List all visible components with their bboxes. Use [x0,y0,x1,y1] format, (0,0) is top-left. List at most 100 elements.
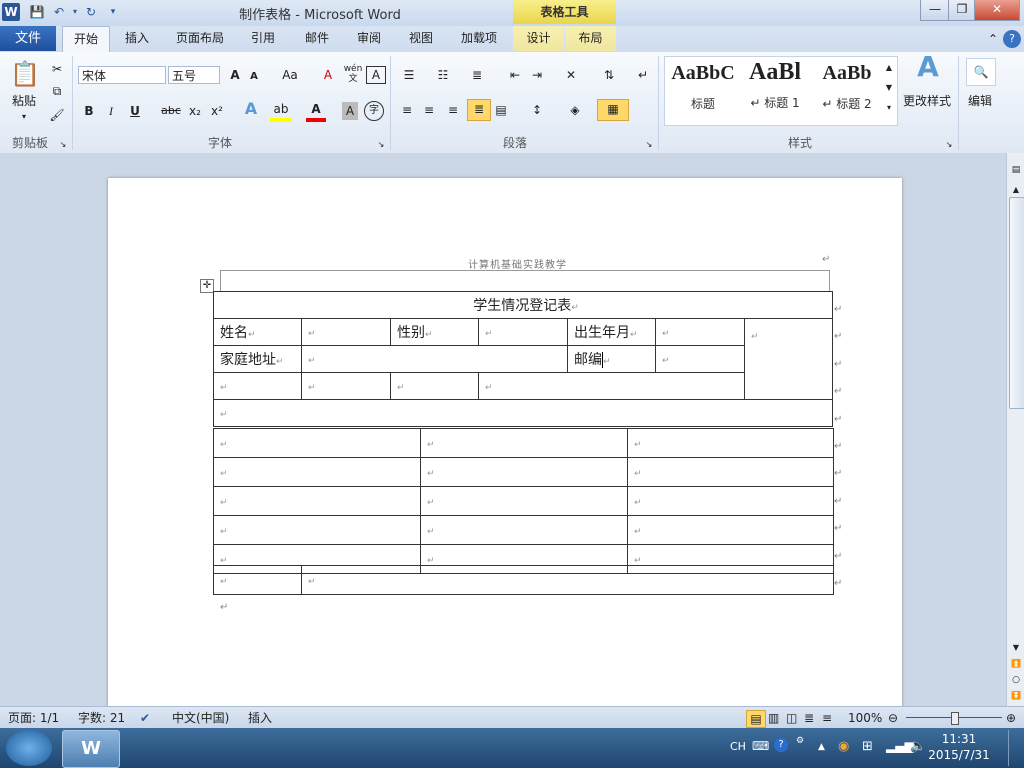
clear-formatting-icon[interactable]: A [318,66,338,84]
sort-icon[interactable]: ⇅ [600,66,618,84]
name-label-cell[interactable]: 姓名↵ [213,318,302,346]
font-launcher-icon[interactable]: ↘ [376,136,386,154]
chinese-layout-icon[interactable]: ✕ [560,66,582,84]
zoom-slider-thumb[interactable] [951,712,959,725]
table-cell[interactable]: ↵ [213,457,421,487]
change-case-icon[interactable]: Aa [278,66,302,84]
postcode-label-cell[interactable]: 邮编↵ [567,345,656,373]
grow-font-icon[interactable]: A [226,66,244,84]
subscript-button[interactable]: x₂ [186,102,204,120]
table-cell[interactable]: ↵ [420,486,628,516]
style-title[interactable]: AaBbC 标题 [668,58,738,122]
format-painter-icon[interactable]: 🖌 [48,106,66,124]
font-color-icon[interactable]: A [306,100,326,122]
change-styles-icon[interactable]: A [908,53,948,81]
style-heading-1[interactable]: AaBl ↵ 标题 1 [740,58,810,122]
word-count[interactable]: 字数: 21 [78,707,125,729]
italic-button[interactable]: I [102,102,120,120]
change-styles-button[interactable]: 更改样式 [898,92,956,110]
table-cell[interactable]: ↵ [420,457,628,487]
strikethrough-button[interactable]: abc [160,102,182,120]
tab-mailings[interactable]: 邮件 [294,26,340,51]
character-shading-icon[interactable]: A [342,102,358,120]
tab-references[interactable]: 引用 [240,26,286,51]
styles-launcher-icon[interactable]: ↘ [944,136,954,154]
options-tray-icon[interactable]: ⚙ [796,736,804,746]
taskbar-clock[interactable]: 11:31 2015/7/31 [924,731,994,763]
borders-icon[interactable]: ▦ [597,99,629,121]
zoom-level[interactable]: 100% [848,707,882,729]
table-cell[interactable]: ↵ [213,515,421,545]
proofing-icon[interactable]: ✔ [140,707,150,729]
reading-view-icon[interactable]: ▥ [768,707,779,729]
table-cell[interactable]: ↵ [478,372,745,400]
table-cell[interactable]: ↵ [627,428,834,458]
ime-indicator[interactable]: CH [730,740,746,753]
table-cell[interactable]: ↵ [301,372,391,400]
document-page[interactable]: 计算机基础实践教学 ↵ ✛ 学生情况登记表↵ 姓名↵ ↵ 性别↵ ↵ 出生年月↵… [108,178,902,706]
line-spacing-icon[interactable]: ↕ [526,101,548,119]
table-cell[interactable]: ↵ [627,515,834,545]
style-heading-2[interactable]: AaBb ↵ 标题 2 [812,58,882,122]
align-center-icon[interactable]: ≡ [420,101,438,119]
outline-view-icon[interactable]: ≣ [804,707,814,729]
birth-value-cell[interactable]: ↵ [655,318,745,346]
address-label-cell[interactable]: 家庭地址↵ [213,345,302,373]
zoom-out-icon[interactable]: ⊖ [888,707,898,729]
tab-file[interactable]: 文件 [0,26,56,51]
phonetic-guide-icon[interactable]: wén 文 [342,64,364,84]
tab-addins[interactable]: 加载项 [452,26,506,51]
align-left-icon[interactable]: ≡ [398,101,416,119]
table-cell[interactable]: ↵ [301,565,834,595]
birth-label-cell[interactable]: 出生年月↵ [567,318,656,346]
page-count[interactable]: 页面: 1/1 [8,707,59,729]
name-value-cell[interactable]: ↵ [301,318,391,346]
superscript-button[interactable]: x² [208,102,226,120]
enclose-characters-icon[interactable]: 字 [364,101,384,121]
gallery-scroll-icon[interactable]: ▲ ▼ ▾ [882,58,896,118]
table-cell[interactable]: ↵ [627,457,834,487]
tab-home[interactable]: 开始 [62,26,110,52]
editing-button[interactable]: 编辑 [962,92,998,110]
table-title-cell[interactable]: 学生情况登记表↵ [213,291,833,319]
tab-insert[interactable]: 插入 [114,26,160,51]
table-cell[interactable]: ↵ [627,486,834,516]
tab-view[interactable]: 视图 [398,26,444,51]
show-desktop-button[interactable] [1008,730,1023,766]
windows-flag-icon[interactable]: ⊞ [862,739,873,754]
align-right-icon[interactable]: ≡ [444,101,462,119]
help-icon[interactable]: ? [1003,30,1021,48]
cut-icon[interactable]: ✂ [48,60,66,78]
tab-page-layout[interactable]: 页面布局 [168,26,232,51]
address-value-cell[interactable]: ↵ [301,345,568,373]
photo-cell[interactable]: ↵ [744,318,833,400]
shrink-font-icon[interactable]: A [246,68,262,86]
clipboard-launcher-icon[interactable]: ↘ [58,136,68,154]
web-layout-icon[interactable]: ◫ [786,707,797,729]
bullets-icon[interactable]: ☰ [398,66,420,84]
clipboard-icon[interactable]: 📋 [8,58,42,90]
multilevel-list-icon[interactable]: ≣ [466,66,488,84]
shading-icon[interactable]: ◈ [564,101,586,119]
table-cell[interactable]: ↵ [213,565,302,595]
language-status[interactable]: 中文(中国) [172,707,229,729]
paste-dropdown-icon[interactable]: ▾ [4,108,44,126]
print-layout-icon[interactable]: ▤ [746,710,766,728]
close-button[interactable]: ✕ [974,0,1020,21]
table-cell[interactable]: ↵ [390,372,479,400]
table-cell[interactable]: ↵ [420,428,628,458]
text-effects-icon[interactable]: A [240,100,262,118]
paragraph-launcher-icon[interactable]: ↘ [644,136,654,154]
taskbar-word-icon[interactable]: W [62,730,120,768]
font-name-combo[interactable]: 宋体 [78,66,166,84]
gender-label-cell[interactable]: 性别↵ [390,318,479,346]
postcode-value-cell[interactable]: ↵ [655,345,745,373]
help-tray-icon[interactable]: ? [774,738,788,752]
maximize-button[interactable]: ❐ [948,0,976,21]
table-move-handle-icon[interactable]: ✛ [200,279,214,293]
show-marks-icon[interactable]: ↵ [634,66,652,84]
tab-review[interactable]: 审阅 [346,26,392,51]
table-cell[interactable]: ↵ [213,399,833,427]
table-cell[interactable]: ↵ [213,428,421,458]
start-button-icon[interactable] [6,730,52,766]
